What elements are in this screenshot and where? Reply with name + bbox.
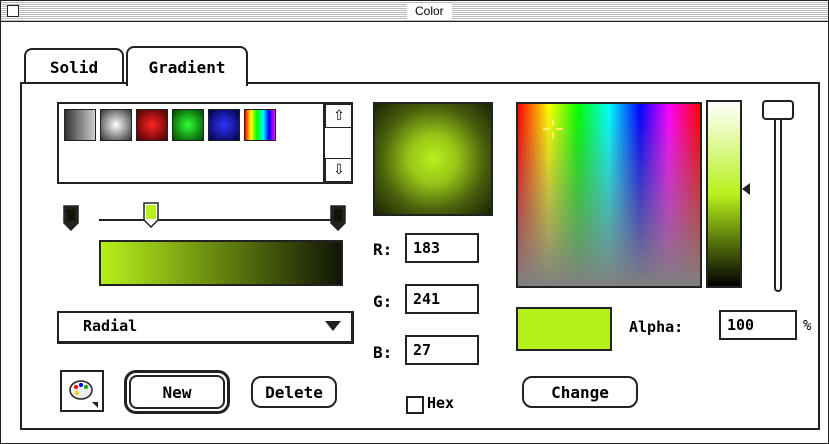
green-field[interactable]: 241 [405, 284, 479, 314]
palette-button[interactable] [60, 370, 104, 412]
gradient-type-value: Radial [83, 317, 138, 335]
gradient-type-select[interactable]: Radial [57, 311, 354, 344]
tab-gradient[interactable]: Gradient [126, 46, 248, 86]
swatch-red[interactable] [136, 109, 168, 141]
new-button[interactable]: New [124, 370, 230, 414]
gradient-preview-swatch [373, 102, 493, 216]
hex-label: Hex [427, 394, 455, 412]
change-button[interactable]: Change [522, 376, 638, 408]
triangle-down-icon [325, 321, 341, 331]
gradient-stop-track [99, 219, 331, 221]
brightness-strip[interactable] [706, 100, 742, 288]
swatch-gray-linear[interactable] [64, 109, 96, 141]
current-color-swatch [516, 307, 612, 351]
alpha-unit: % [803, 318, 812, 334]
swatch-gray-radial[interactable] [100, 109, 132, 141]
swatch-green[interactable] [172, 109, 204, 141]
swatch-scrollbar[interactable]: ⇧ ⇩ [323, 104, 353, 182]
title-bar[interactable]: Color [1, 1, 828, 22]
blue-field[interactable]: 27 [405, 335, 479, 365]
red-field[interactable]: 183 [405, 233, 479, 263]
gradient-stop-middle[interactable] [143, 202, 159, 228]
tab-solid-label: Solid [49, 57, 99, 77]
close-box-icon[interactable] [7, 5, 19, 17]
color-spectrum-picker[interactable] [516, 102, 702, 288]
gradient-preview-bar [99, 240, 343, 286]
tab-solid[interactable]: Solid [24, 48, 124, 84]
triangle-left-icon [742, 183, 750, 195]
r-label: R: [373, 240, 393, 259]
delete-button-label: Delete [265, 382, 323, 402]
b-label: B: [373, 343, 393, 362]
palette-icon [69, 380, 98, 408]
alpha-field[interactable]: 100 [719, 310, 797, 340]
gradient-swatch-list[interactable]: ⇧ ⇩ [57, 102, 353, 184]
alpha-slider-track[interactable] [774, 108, 782, 292]
gradient-stop-right[interactable] [330, 205, 346, 231]
delete-button[interactable]: Delete [251, 376, 337, 408]
change-button-label: Change [551, 382, 609, 402]
active-tab-connector [128, 82, 242, 85]
new-button-label: New [162, 382, 192, 402]
hex-checkbox[interactable] [406, 396, 424, 414]
alpha-label: Alpha: [629, 318, 684, 336]
crosshair-icon [543, 119, 563, 139]
g-label: G: [373, 292, 393, 311]
new-button-inner: New [129, 375, 225, 409]
gradient-stop-left[interactable] [63, 205, 79, 231]
tab-gradient-label: Gradient [148, 57, 226, 77]
arrow-up-icon[interactable]: ⇧ [325, 104, 353, 128]
swatch-rainbow[interactable] [244, 109, 276, 141]
window-title: Color [407, 3, 452, 19]
alpha-slider-thumb[interactable] [762, 100, 794, 120]
swatch-blue[interactable] [208, 109, 240, 141]
arrow-down-icon[interactable]: ⇩ [325, 158, 353, 182]
